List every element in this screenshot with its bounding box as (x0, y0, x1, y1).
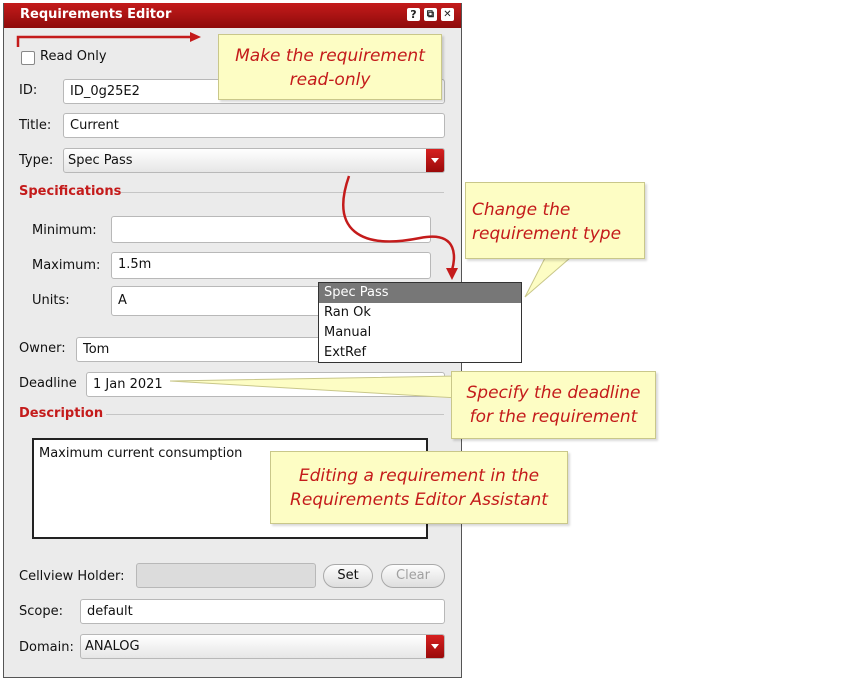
callout-line: Specify the deadline (466, 383, 641, 403)
callout-line: for the requirement (469, 407, 638, 427)
callout-line: Change the (472, 200, 571, 220)
callout-line: Editing a requirement in the (298, 466, 540, 486)
annotation-overlay (16, 32, 572, 399)
arrow-head-icon (446, 268, 458, 280)
arrow-head-icon (190, 32, 201, 42)
callout-deadline: Specify the deadline for the requirement (451, 371, 656, 439)
callout-pointer (524, 257, 572, 298)
callout-pointer (169, 375, 459, 399)
callout-line: Requirements Editor Assistant (290, 490, 548, 510)
callout-type: Change the requirement type (465, 182, 645, 259)
callout-readonly: Make the requirement read-only (218, 34, 442, 100)
callout-editing: Editing a requirement in the Requirement… (270, 451, 568, 524)
readonly-arrow (16, 35, 192, 47)
callout-line: Make the requirement (235, 46, 425, 66)
callout-line: read-only (289, 70, 371, 90)
type-arrow (342, 175, 456, 271)
callout-line: requirement type (472, 224, 622, 244)
